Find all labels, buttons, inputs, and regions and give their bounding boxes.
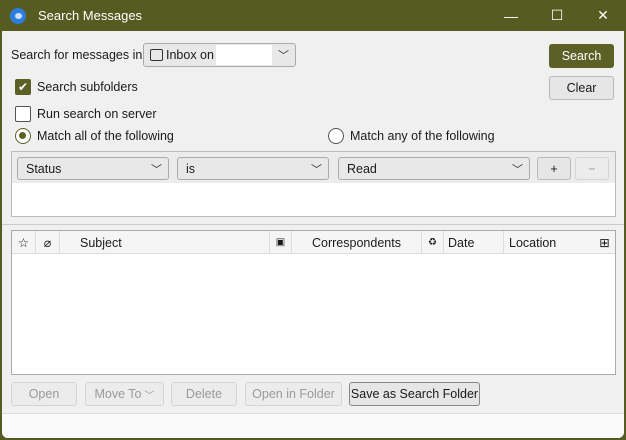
rule-value-value: Read: [347, 161, 377, 176]
rule-operator-value: is: [186, 161, 196, 176]
add-rule-button[interactable]: +: [537, 157, 571, 180]
open-button[interactable]: Open: [11, 382, 77, 406]
column-subject[interactable]: Subject: [60, 231, 270, 254]
move-to-button[interactable]: Move To ﹀: [85, 382, 164, 406]
chevron-down-icon: ﹀: [311, 164, 322, 176]
junk-icon[interactable]: ♻: [422, 231, 444, 254]
match-all-label: Match all of the following: [37, 129, 174, 143]
delete-button[interactable]: Delete: [171, 382, 237, 406]
results-tree: ☆ ⌀ Subject ▣ Correspondents ♻ Date Loca…: [11, 230, 616, 375]
chevron-down-icon: ﹀: [278, 50, 289, 62]
open-in-folder-button[interactable]: Open in Folder: [245, 382, 342, 406]
search-button[interactable]: Search: [549, 44, 614, 68]
column-date[interactable]: Date: [444, 231, 504, 254]
clear-button[interactable]: Clear: [549, 76, 614, 100]
rule-operator-select[interactable]: is ﹀: [177, 157, 329, 180]
column-picker-icon[interactable]: ⊞: [594, 231, 615, 254]
chevron-down-icon: ﹀: [151, 164, 162, 176]
chevron-down-icon: ﹀: [512, 164, 523, 176]
star-icon[interactable]: ☆: [12, 231, 36, 254]
column-header-row: ☆ ⌀ Subject ▣ Correspondents ♻ Date Loca…: [12, 231, 615, 254]
redacted-account: [216, 45, 272, 65]
rule-list: Status ﹀ is ﹀ Read ﹀ + −: [11, 151, 616, 217]
column-location[interactable]: Location: [504, 231, 594, 254]
thunderbird-icon: [10, 7, 26, 24]
save-as-search-folder-button[interactable]: Save as Search Folder: [349, 382, 480, 406]
column-correspondents[interactable]: Correspondents: [292, 231, 422, 254]
contact-icon[interactable]: ▣: [270, 231, 292, 254]
chevron-down-icon: ﹀: [144, 390, 155, 402]
rule-value-select[interactable]: Read ﹀: [338, 157, 530, 180]
close-button[interactable]: ✕: [580, 0, 626, 31]
remove-rule-button[interactable]: −: [575, 157, 609, 180]
title-bar: Search Messages — ☐ ✕: [0, 0, 626, 31]
minimize-button[interactable]: —: [488, 0, 534, 31]
search-in-label: Search for messages in:: [11, 48, 146, 62]
dialog-body: Search for messages in: Inbox on ﹀ Searc…: [2, 31, 624, 438]
match-any-label: Match any of the following: [350, 129, 495, 143]
paperclip-icon[interactable]: ⌀: [36, 231, 60, 254]
maximize-button[interactable]: ☐: [534, 0, 580, 31]
window-title: Search Messages: [38, 8, 143, 23]
search-subfolders-checkbox[interactable]: ✔: [15, 79, 31, 95]
inbox-icon: [150, 49, 163, 61]
run-on-server-label: Run search on server: [37, 107, 157, 121]
rule-field-value: Status: [26, 161, 62, 176]
folder-select[interactable]: Inbox on ﹀: [143, 43, 296, 67]
run-on-server-checkbox[interactable]: [15, 106, 31, 122]
move-to-label: Move To: [94, 387, 142, 401]
match-any-radio[interactable]: [328, 128, 344, 144]
folder-select-value: Inbox on: [166, 48, 214, 62]
splitter[interactable]: [2, 224, 624, 225]
search-subfolders-label: Search subfolders: [37, 80, 138, 94]
match-all-radio[interactable]: [15, 128, 31, 144]
status-bar: [2, 413, 624, 438]
rule-field-select[interactable]: Status ﹀: [17, 157, 169, 180]
